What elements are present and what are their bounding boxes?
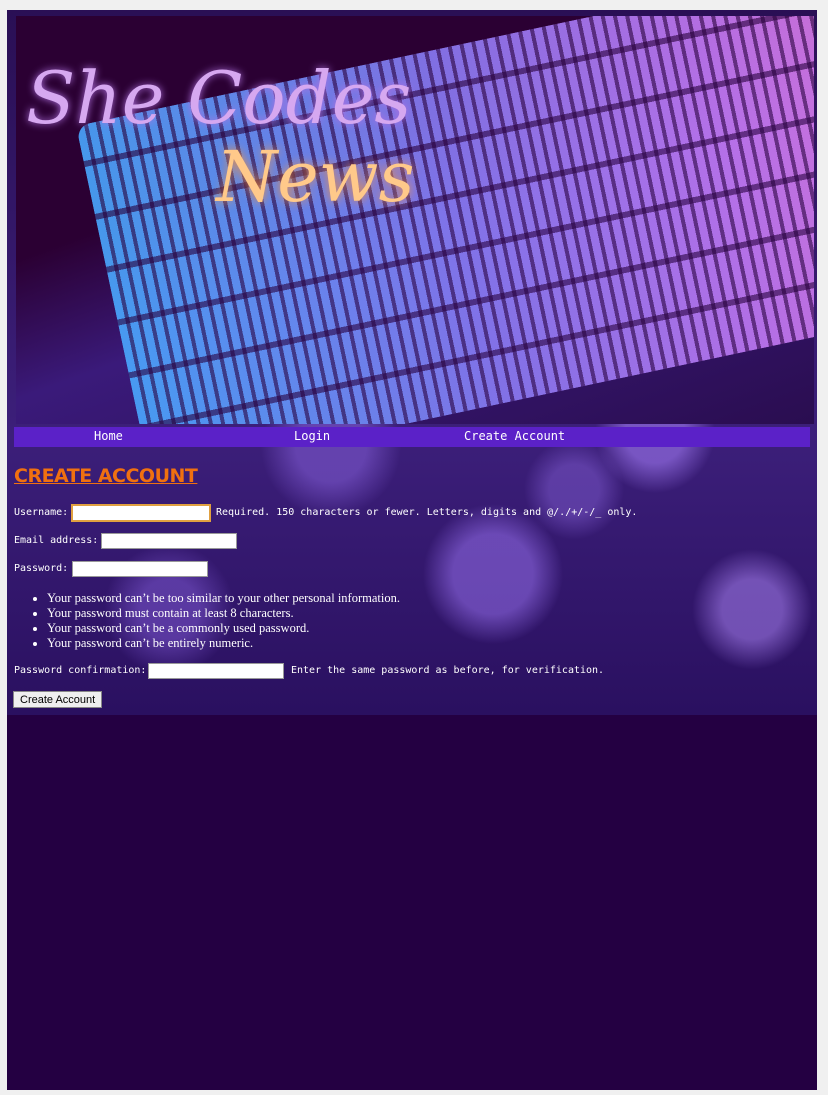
password-confirmation-input[interactable] [148,663,284,679]
nav-create-account[interactable]: Create Account [464,429,565,443]
banner-image: She Codes News [16,16,814,424]
username-input[interactable] [71,504,211,522]
password-confirmation-help: Enter the same password as before, for v… [291,665,605,676]
password-rule: Your password can’t be too similar to yo… [47,591,400,606]
page: She Codes News Home Login Create Account… [7,10,817,1090]
create-account-button[interactable]: Create Account [13,691,103,708]
nav-login[interactable]: Login [294,429,330,443]
page-title: CREATE ACCOUNT [14,465,198,487]
password-label: Password: [14,563,69,574]
password-rule: Your password can’t be entirely numeric. [47,636,400,651]
password-confirmation-label: Password confirmation: [14,665,147,676]
username-label: Username: [14,507,69,518]
username-help: Required. 150 characters or fewer. Lette… [216,507,638,518]
password-input[interactable] [72,561,208,577]
password-rules: Your password can’t be too similar to yo… [25,591,400,651]
password-rule: Your password can’t be a commonly used p… [47,621,400,636]
email-input[interactable] [101,533,237,549]
password-rule: Your password must contain at least 8 ch… [47,606,400,621]
email-label: Email address: [14,535,99,546]
nav-bar: Home Login Create Account [14,427,810,447]
nav-home[interactable]: Home [94,429,123,443]
logo-text-news: News [216,136,415,218]
logo-text-she-codes: She Codes [26,56,412,140]
